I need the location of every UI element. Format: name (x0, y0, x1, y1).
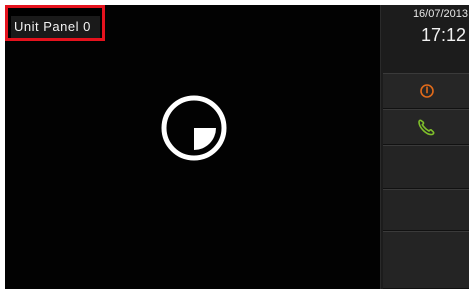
empty-button-1[interactable] (383, 145, 469, 189)
phone-icon (416, 118, 438, 136)
unit-panel-highlight[interactable]: Unit Panel 0 (5, 5, 105, 41)
intercom-screen: Unit Panel 0 16/07/2013 17:12 (5, 5, 469, 289)
loading-spinner-icon (161, 95, 227, 161)
power-button[interactable] (383, 73, 469, 109)
date-display: 16/07/2013 (412, 8, 468, 20)
video-feed-area[interactable]: Unit Panel 0 (5, 5, 380, 289)
time-display: 17:12 (420, 25, 466, 45)
empty-button-3[interactable] (383, 231, 469, 289)
empty-button-2[interactable] (383, 189, 469, 231)
unit-panel-label: Unit Panel 0 (11, 16, 100, 38)
side-control-panel: 16/07/2013 17:12 (380, 5, 469, 289)
call-button[interactable] (383, 109, 469, 145)
power-icon (419, 83, 435, 99)
